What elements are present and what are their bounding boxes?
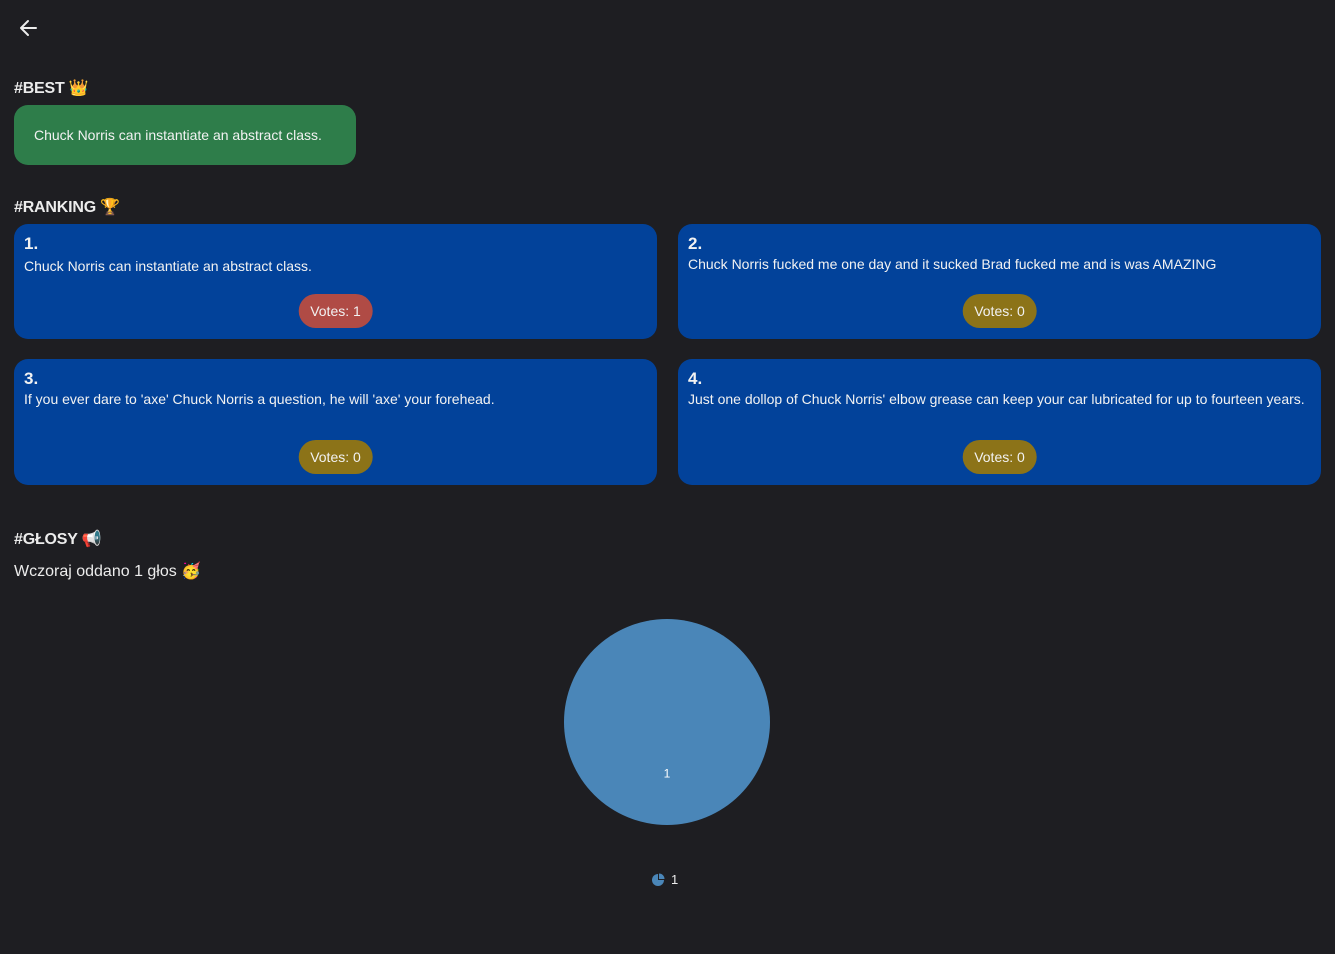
legend-label: 1: [671, 872, 679, 887]
votes-section-title: #GŁOSY 📢: [14, 531, 102, 548]
best-joke-card: Chuck Norris can instantiate an abstract…: [14, 105, 356, 165]
votes-badge[interactable]: Votes: 0: [962, 294, 1037, 328]
chart-legend-item[interactable]: 1: [651, 872, 678, 887]
best-joke-text: Chuck Norris can instantiate an abstract…: [34, 127, 322, 143]
ranking-card-1: 1. Chuck Norris can instantiate an abstr…: [14, 224, 657, 339]
pie-slice-1[interactable]: [564, 619, 770, 825]
votes-summary: Wczoraj oddano 1 głos 🥳: [14, 563, 202, 580]
arrow-left-icon: [20, 20, 37, 36]
rank-number: 1.: [24, 234, 39, 253]
rank-joke-text: Just one dollop of Chuck Norris' elbow g…: [688, 391, 1305, 407]
rank-number: 4.: [688, 369, 703, 388]
rank-joke-text: If you ever dare to 'axe' Chuck Norris a…: [24, 391, 495, 407]
rank-joke-text: Chuck Norris fucked me one day and it su…: [688, 256, 1217, 272]
ranking-card-4: 4. Just one dollop of Chuck Norris' elbo…: [678, 359, 1321, 485]
rank-joke-text: Chuck Norris can instantiate an abstract…: [24, 258, 312, 274]
back-button[interactable]: [14, 14, 42, 42]
ranking-card-3: 3. If you ever dare to 'axe' Chuck Norri…: [14, 359, 657, 485]
best-section-title: #BEST 👑: [14, 80, 89, 97]
votes-badge[interactable]: Votes: 0: [298, 440, 373, 474]
votes-badge[interactable]: Votes: 0: [962, 440, 1037, 474]
votes-badge[interactable]: Votes: 1: [298, 294, 373, 328]
ranking-card-2: 2. Chuck Norris fucked me one day and it…: [678, 224, 1321, 339]
rank-number: 2.: [688, 234, 703, 253]
pie-chart-icon: [652, 873, 665, 886]
pie-slice-label: 1: [664, 767, 671, 781]
rank-number: 3.: [24, 369, 39, 388]
ranking-section-title: #RANKING 🏆: [14, 199, 120, 216]
